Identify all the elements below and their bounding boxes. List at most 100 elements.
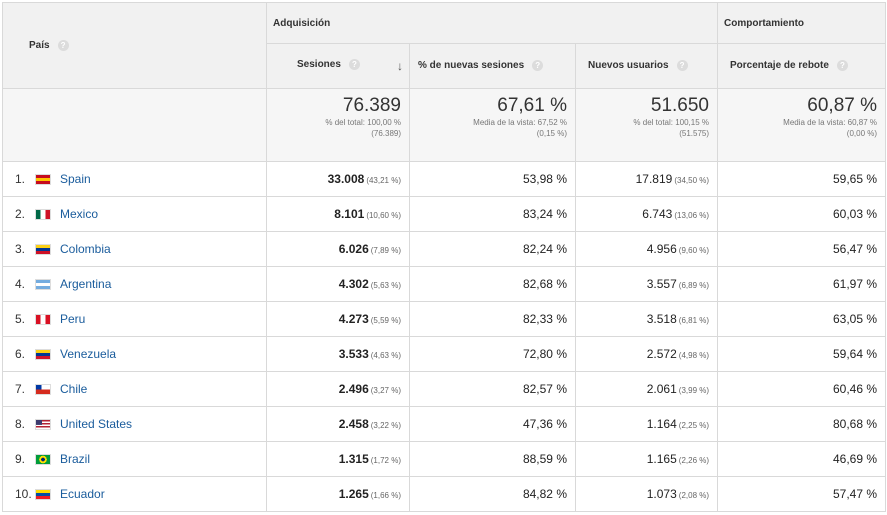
nuevos-usuarios-percent: (2,08 %) xyxy=(678,491,710,500)
help-icon[interactable]: ? xyxy=(57,39,69,51)
column-header-sesiones[interactable]: Sesiones? ↓ xyxy=(266,43,410,89)
totals-row: 76.389 % del total: 100,00 % (76.389) 67… xyxy=(2,88,887,162)
sesiones-cell: 2.458 (3,22 %) xyxy=(266,406,410,442)
nuevos-usuarios-percent: (6,89 %) xyxy=(678,281,710,290)
table-row: 10. Ecuador 1.265 (1,66 %) 84,82 % 1.073 (2,08… xyxy=(2,476,887,512)
sesiones-value: 3.533 xyxy=(338,347,369,361)
totals-rebote: 60,87 % Media de la vista: 60,87 % (0,00… xyxy=(717,88,887,162)
nuevas-sesiones-cell: 84,82 % xyxy=(409,476,576,512)
rebote-cell: 59,65 % xyxy=(717,161,887,197)
nuevos-usuarios-value: 2.572 xyxy=(646,347,677,361)
country-cell: 1. Spain xyxy=(2,161,267,197)
nuevos-usuarios-percent: (3,99 %) xyxy=(678,386,710,395)
flag-icon xyxy=(35,244,51,256)
sesiones-value: 2.458 xyxy=(338,417,369,431)
nuevas-sesiones-value: 88,59 % xyxy=(522,452,567,466)
nuevos-usuarios-value: 1.165 xyxy=(646,452,677,466)
nuevas-sesiones-cell: 83,24 % xyxy=(409,196,576,232)
nuevos-usuarios-cell: 3.518 (6,81 %) xyxy=(574,301,719,337)
country-link[interactable]: Mexico xyxy=(60,207,98,221)
table-row: 9. Brazil 1.315 (1,72 %) 88,59 % 1.165 (2,26 %… xyxy=(2,441,887,477)
rebote-cell: 60,03 % xyxy=(717,196,887,232)
flag-icon xyxy=(35,209,51,221)
nuevas-sesiones-cell: 88,59 % xyxy=(409,441,576,477)
nuevas-sesiones-cell: 53,98 % xyxy=(409,161,576,197)
analytics-table: País? Adquisición Comportamiento Sesione… xyxy=(2,2,887,512)
total-note: (0,15 %) xyxy=(536,129,567,138)
totals-sesiones: 76.389 % del total: 100,00 % (76.389) xyxy=(266,88,410,162)
help-icon[interactable]: ? xyxy=(532,60,544,72)
nuevos-usuarios-cell: 4.956 (9,60 %) xyxy=(574,231,719,267)
pais-label: País xyxy=(29,40,50,52)
sesiones-cell: 2.496 (3,27 %) xyxy=(266,371,410,407)
group-header-adquisicion: Adquisición xyxy=(265,2,719,44)
rebote-value: 60,03 % xyxy=(832,207,878,221)
country-cell: 5. Peru xyxy=(2,301,267,337)
nuevas-sesiones-value: 47,36 % xyxy=(522,417,567,431)
rebote-value: 59,65 % xyxy=(832,172,878,186)
country-cell: 4. Argentina xyxy=(2,266,267,302)
totals-nuevos-usuarios: 51.650 % del total: 100,15 % (51.575) xyxy=(574,88,719,162)
country-link[interactable]: Ecuador xyxy=(60,487,105,501)
nuevos-usuarios-value: 1.164 xyxy=(646,417,677,431)
nuevos-usuarios-value: 3.557 xyxy=(646,277,677,291)
help-icon[interactable]: ? xyxy=(836,60,848,72)
group-header-comportamiento: Comportamiento xyxy=(717,2,887,44)
help-icon[interactable]: ? xyxy=(348,59,360,70)
country-link[interactable]: Brazil xyxy=(60,452,90,466)
column-header-nuevos-usuarios[interactable]: Nuevos usuarios? xyxy=(574,43,719,89)
nuevos-usuarios-percent: (13,06 %) xyxy=(674,211,710,220)
country-link[interactable]: Colombia xyxy=(60,242,111,256)
row-index: 4. xyxy=(15,277,26,291)
sesiones-value: 4.273 xyxy=(338,312,369,326)
table-row: 3. Colombia 6.026 (7,89 %) 82,24 % 4.956 (9,60… xyxy=(2,231,887,267)
totals-blank-cell xyxy=(2,88,267,162)
country-link[interactable]: United States xyxy=(60,417,132,431)
nuevas-sesiones-value: 53,98 % xyxy=(522,172,567,186)
table-row: 6. Venezuela 3.533 (4,63 %) 72,80 % 2.572 (4,9… xyxy=(2,336,887,372)
country-cell: 6. Venezuela xyxy=(2,336,267,372)
column-header-pais[interactable]: País? xyxy=(2,2,267,89)
rebote-value: 46,69 % xyxy=(832,452,878,466)
sesiones-percent: (10,60 %) xyxy=(366,211,401,220)
country-link[interactable]: Peru xyxy=(60,312,85,326)
nuevas-sesiones-label: % de nuevas sesiones xyxy=(418,60,525,72)
rebote-cell: 46,69 % xyxy=(717,441,887,477)
table-row: 7. Chile 2.496 (3,27 %) 82,57 % 2.061 (3,99 %)… xyxy=(2,371,887,407)
country-link[interactable]: Argentina xyxy=(60,277,111,291)
column-header-nuevas-sesiones[interactable]: % de nuevas sesiones? xyxy=(409,43,576,89)
sesiones-cell: 1.265 (1,66 %) xyxy=(266,476,410,512)
total-note: (0,00 %) xyxy=(846,129,878,138)
country-cell: 10. Ecuador xyxy=(2,476,267,512)
nuevos-usuarios-cell: 1.073 (2,08 %) xyxy=(574,476,719,512)
country-link[interactable]: Chile xyxy=(60,382,87,396)
rebote-value: 80,68 % xyxy=(832,417,878,431)
rebote-cell: 80,68 % xyxy=(717,406,887,442)
rebote-cell: 57,47 % xyxy=(717,476,887,512)
sesiones-cell: 8.101 (10,60 %) xyxy=(266,196,410,232)
sesiones-percent: (3,22 %) xyxy=(370,421,401,430)
total-note: (51.575) xyxy=(679,129,710,138)
table-row: 1. Spain 33.008 (43,21 %) 53,98 % 17.819 (34,5… xyxy=(2,161,887,197)
sesiones-percent: (3,27 %) xyxy=(370,386,401,395)
total-note: Media de la vista: 67,52 % xyxy=(473,118,567,127)
flag-icon xyxy=(35,454,51,466)
sesiones-value: 4.302 xyxy=(338,277,369,291)
rebote-value: 56,47 % xyxy=(832,242,878,256)
sesiones-cell: 6.026 (7,89 %) xyxy=(266,231,410,267)
sesiones-label: Sesiones xyxy=(297,59,341,71)
nuevas-sesiones-value: 82,33 % xyxy=(522,312,567,326)
country-link[interactable]: Spain xyxy=(60,172,91,186)
country-link[interactable]: Venezuela xyxy=(60,347,116,361)
nuevos-usuarios-percent: (2,26 %) xyxy=(678,456,710,465)
rebote-value: 63,05 % xyxy=(832,312,878,326)
row-index: 7. xyxy=(15,382,26,396)
column-header-rebote[interactable]: Porcentaje de rebote? xyxy=(717,43,887,89)
total-note: Media de la vista: 60,87 % xyxy=(783,118,878,127)
help-icon[interactable]: ? xyxy=(676,60,688,72)
nuevos-usuarios-cell: 2.572 (4,98 %) xyxy=(574,336,719,372)
nuevos-usuarios-value: 4.956 xyxy=(646,242,677,256)
sort-descending-icon[interactable]: ↓ xyxy=(397,59,403,73)
sesiones-percent: (1,72 %) xyxy=(370,456,401,465)
rebote-value: 59,64 % xyxy=(832,347,878,361)
